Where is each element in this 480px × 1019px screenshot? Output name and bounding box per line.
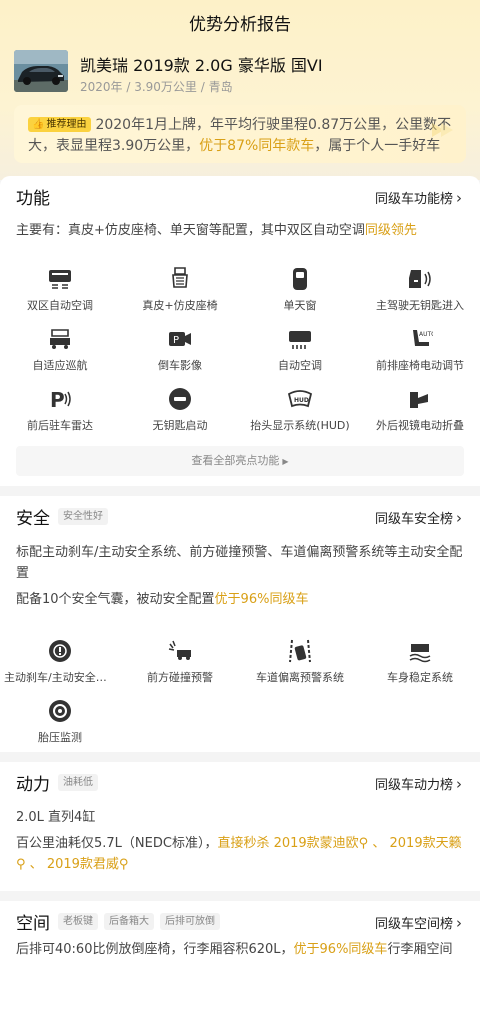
- adaptive-cruise-icon: [50, 329, 70, 349]
- engine-spec: 2.0L 直列4缸: [16, 810, 96, 825]
- svg-text:P: P: [50, 388, 65, 412]
- active-brake-icon: [49, 640, 71, 662]
- feature-item[interactable]: 主驾驶无钥匙进入: [360, 260, 480, 320]
- svg-text:P: P: [173, 335, 179, 346]
- space-rank-link[interactable]: 同级车空间榜 ›: [375, 913, 462, 933]
- power-card: 动力 油耗低 同级车动力榜 › 2.0L 直列4缸 百公里油耗仅5.7L（NEDC标…: [0, 762, 480, 891]
- decoration-icon: [432, 123, 453, 137]
- keyless-entry-icon: [409, 270, 431, 288]
- feature-item[interactable]: AUTO 前排座椅电动调节: [360, 320, 480, 380]
- compare-link[interactable]: 2019款天籁: [390, 836, 462, 851]
- reverse-camera-icon: P: [169, 332, 191, 346]
- car-name: 凯美瑞 2019款 2.0G 豪华版 国VI: [80, 56, 323, 75]
- feature-item[interactable]: 真皮+仿皮座椅: [120, 260, 240, 320]
- section-tag: 老板键: [58, 912, 98, 930]
- feature-item[interactable]: 外后视镜电动折叠: [360, 380, 480, 440]
- svg-text:AUTO: AUTO: [419, 331, 433, 338]
- dual-zone-ac-icon: [49, 270, 71, 289]
- feature-item[interactable]: 前方碰撞预警: [120, 632, 240, 692]
- feature-item[interactable]: 单天窗: [240, 260, 360, 320]
- feature-item[interactable]: 主动刹车/主动安全系统: [0, 632, 120, 692]
- feature-item[interactable]: 胎压监测: [0, 692, 120, 752]
- feature-item[interactable]: 无钥匙启动: [120, 380, 240, 440]
- section-tag: 安全性好: [58, 507, 108, 525]
- safety-desc-airbag: 配备10个安全气囊，被动安全配置优于96%同级车: [16, 592, 309, 607]
- chevron-right-icon: ›: [456, 188, 462, 207]
- collision-warning-icon: [168, 640, 191, 660]
- search-icon: ⚲: [358, 836, 369, 851]
- see-all-features-button[interactable]: 查看全部亮点功能 ▶: [16, 446, 464, 476]
- recommend-badge: 👍 推荐理由: [28, 117, 92, 132]
- safety-rank-link[interactable]: 同级车安全榜 ›: [375, 508, 462, 528]
- tire-pressure-icon: [49, 700, 71, 722]
- feature-item[interactable]: 自动空调: [240, 320, 360, 380]
- recommend-text-end: ，属于个人一手好车: [314, 138, 441, 154]
- feature-item[interactable]: 自适应巡航: [0, 320, 120, 380]
- section-title: 安全: [16, 508, 50, 529]
- function-desc: 主要有：真皮+仿皮座椅、单天窗等配置，其中双区自动空调同级领先: [16, 223, 417, 238]
- feature-item[interactable]: 车道偏离预警系统: [240, 632, 360, 692]
- space-desc: 后排可40:60比例放倒座椅，行李厢容积620L，优于96%同级车行李厢空间: [16, 942, 453, 957]
- page-title: 优势分析报告: [189, 15, 291, 35]
- chevron-right-icon: ›: [456, 774, 462, 793]
- car-thumbnail[interactable]: [14, 50, 68, 92]
- section-tag: 油耗低: [58, 773, 98, 791]
- feature-item[interactable]: P 前后驻车雷达: [0, 380, 120, 440]
- compare-link[interactable]: 2019款君威: [47, 857, 119, 872]
- safety-card: 安全 安全性好 同级车安全榜 › 标配主动刹车/主动安全系统、前方碰撞预警、车道偏离…: [0, 496, 480, 752]
- feature-item[interactable]: HUD 抬头显示系统(HUD): [240, 380, 360, 440]
- power-rank-link[interactable]: 同级车动力榜 ›: [375, 774, 462, 794]
- keyless-start-icon: [169, 388, 191, 410]
- section-title: 空间: [16, 913, 50, 934]
- hud-icon: HUD: [287, 390, 313, 408]
- function-grid: 双区自动空调 真皮+仿皮座椅 单天窗 主驾驶无钥匙进入 自适应巡航 P 倒车影像…: [0, 260, 480, 440]
- power-seat-icon: AUTO: [413, 330, 433, 346]
- mirror-fold-icon: [410, 392, 428, 408]
- car-meta: 2020年 / 3.90万公里 / 青岛: [80, 80, 233, 94]
- section-tag: 后排可放倒: [160, 912, 220, 930]
- function-card: 功能 同级车功能榜 › 主要有：真皮+仿皮座椅、单天窗等配置，其中双区自动空调同级…: [0, 176, 480, 486]
- function-rank-link[interactable]: 同级车功能榜 ›: [375, 188, 462, 208]
- section-tag: 后备箱大: [104, 912, 154, 930]
- leather-seat-icon: [172, 267, 188, 288]
- lane-departure-icon: [289, 639, 311, 663]
- section-title: 功能: [16, 188, 50, 209]
- chevron-right-icon: ›: [456, 508, 462, 527]
- power-desc: 百公里油耗仅5.7L（NEDC标准），直接秒杀 2019款蒙迪欧⚲ 、 2019…: [16, 836, 462, 872]
- sunroof-icon: [293, 268, 307, 290]
- feature-item[interactable]: P 倒车影像: [120, 320, 240, 380]
- auto-ac-icon: [289, 331, 311, 349]
- parking-radar-icon: P: [50, 388, 71, 412]
- feature-item[interactable]: 双区自动空调: [0, 260, 120, 320]
- thumbs-up-icon: 👍: [32, 119, 45, 130]
- chevron-right-icon: ›: [456, 913, 462, 932]
- svg-text:HUD: HUD: [294, 397, 309, 404]
- section-title: 动力: [16, 774, 50, 795]
- search-icon: ⚲: [16, 857, 26, 872]
- recommend-box: 👍 推荐理由 2020年1月上牌，年平均行驶里程0.87万公里，公里数不大，表显里程…: [14, 105, 466, 163]
- safety-desc: 标配主动刹车/主动安全系统、前方碰撞预警、车道偏离预警系统等主动安全配置: [16, 545, 463, 581]
- triangle-right-icon: ▶: [282, 457, 289, 466]
- space-card: 空间 老板键 后备箱大 后排可放倒 同级车空间榜 › 后排可40:60比例放倒座椅，行李…: [0, 901, 480, 1019]
- safety-grid: 主动刹车/主动安全系统 前方碰撞预警 车道偏离预警系统 车身稳定系统 胎压监测: [0, 632, 480, 752]
- recommend-highlight: 优于87%同年款车: [199, 138, 315, 154]
- search-icon: ⚲: [118, 857, 129, 872]
- stability-icon: [409, 644, 431, 663]
- feature-item[interactable]: 车身稳定系统: [360, 632, 480, 692]
